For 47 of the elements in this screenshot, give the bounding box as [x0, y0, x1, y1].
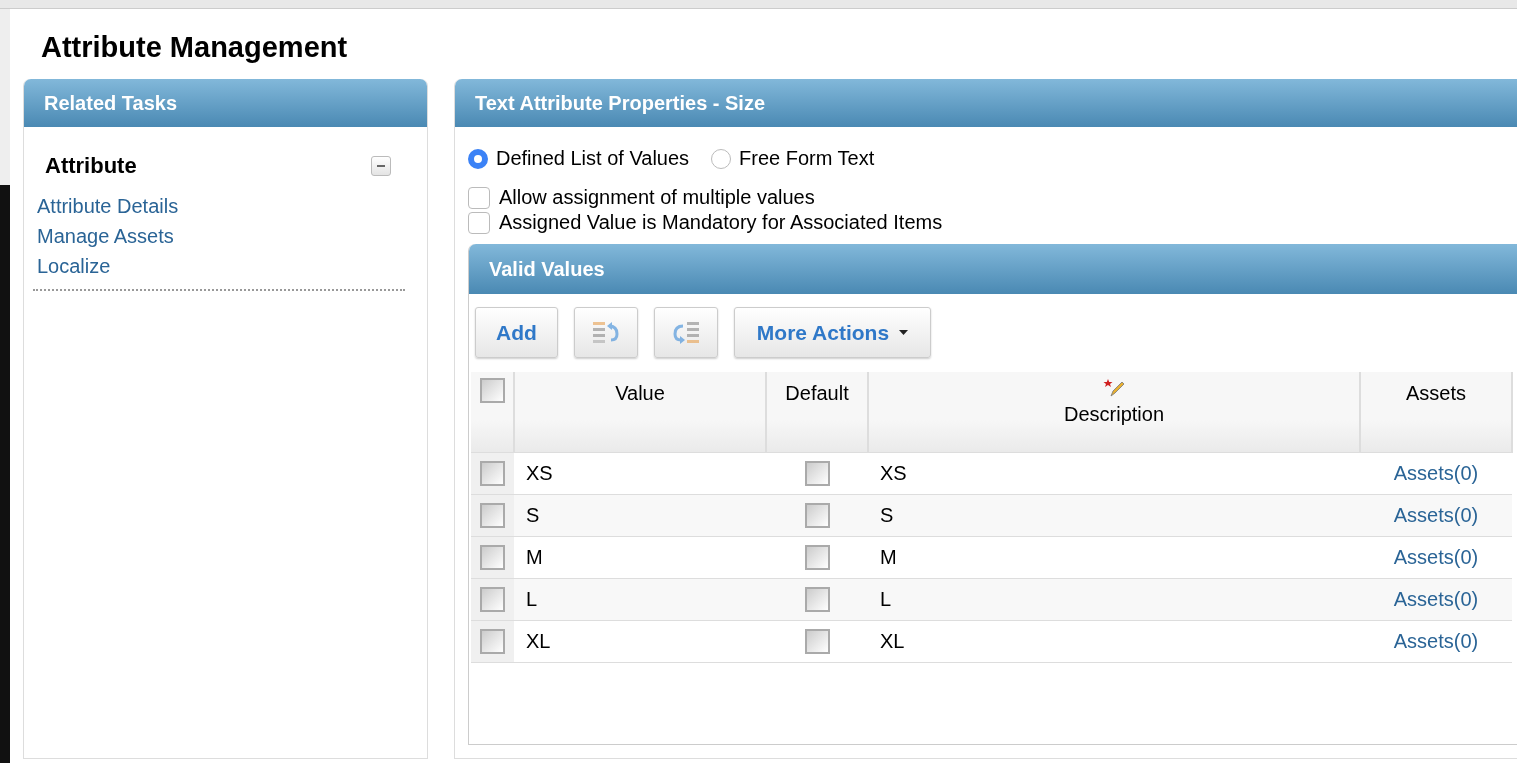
table-cell: XL: [514, 620, 766, 663]
collapse-icon[interactable]: [371, 156, 391, 176]
radio-label: Defined List of Values: [496, 147, 690, 170]
default-checkbox[interactable]: [804, 545, 830, 571]
checkbox-label: Allow assignment of multiple values: [499, 185, 815, 209]
list-redo-icon[interactable]: [653, 307, 718, 358]
table-cell: S: [514, 494, 766, 537]
assets-link[interactable]: Assets(0): [1393, 630, 1479, 652]
task-link[interactable]: Localize: [37, 251, 111, 281]
list-undo-icon[interactable]: [573, 307, 638, 358]
page-title: Attribute Management: [41, 30, 349, 65]
row-checkbox[interactable]: [480, 587, 505, 613]
column-header[interactable]: Value: [514, 372, 766, 453]
radio-button[interactable]: [468, 148, 488, 169]
table-cell: S: [868, 494, 1360, 537]
caret-icon: [899, 330, 909, 335]
radio-label: Free Form Text: [739, 147, 875, 170]
checkbox-label: Assigned Value is Mandatory for Associated Items: [499, 210, 943, 234]
default-checkbox[interactable]: [804, 587, 830, 613]
add-button[interactable]: Add: [475, 307, 558, 358]
task-link[interactable]: Attribute Details: [37, 191, 179, 221]
default-checkbox[interactable]: [804, 461, 830, 487]
row-checkbox[interactable]: [480, 503, 505, 529]
column-header[interactable]: Default: [766, 372, 868, 453]
row-checkbox[interactable]: [480, 461, 505, 487]
table-cell: XL: [868, 620, 1360, 663]
default-checkbox[interactable]: [804, 503, 830, 529]
table-cell: L: [868, 578, 1360, 621]
radio-button[interactable]: [711, 148, 732, 169]
assets-link[interactable]: Assets(0): [1393, 462, 1479, 484]
panel-title: Related Tasks: [44, 91, 178, 115]
column-header[interactable]: Description: [868, 372, 1360, 453]
panel-title: Text Attribute Properties - Size: [475, 91, 766, 115]
column-header[interactable]: Assets: [1360, 372, 1512, 453]
default-checkbox[interactable]: [804, 629, 830, 655]
section-title: Attribute: [45, 153, 137, 179]
table-cell: L: [514, 578, 766, 621]
checkbox[interactable]: [468, 212, 490, 234]
select-all-checkbox[interactable]: [479, 378, 505, 404]
checkbox[interactable]: [468, 187, 490, 209]
pencil-star-icon: [1103, 378, 1125, 398]
assets-link[interactable]: Assets(0): [1393, 546, 1479, 568]
row-checkbox[interactable]: [480, 629, 505, 655]
task-link[interactable]: Manage Assets: [37, 221, 174, 251]
panel-title: Valid Values: [489, 257, 605, 281]
row-checkbox[interactable]: [480, 545, 505, 571]
more-actions-button[interactable]: More Actions: [733, 307, 932, 358]
